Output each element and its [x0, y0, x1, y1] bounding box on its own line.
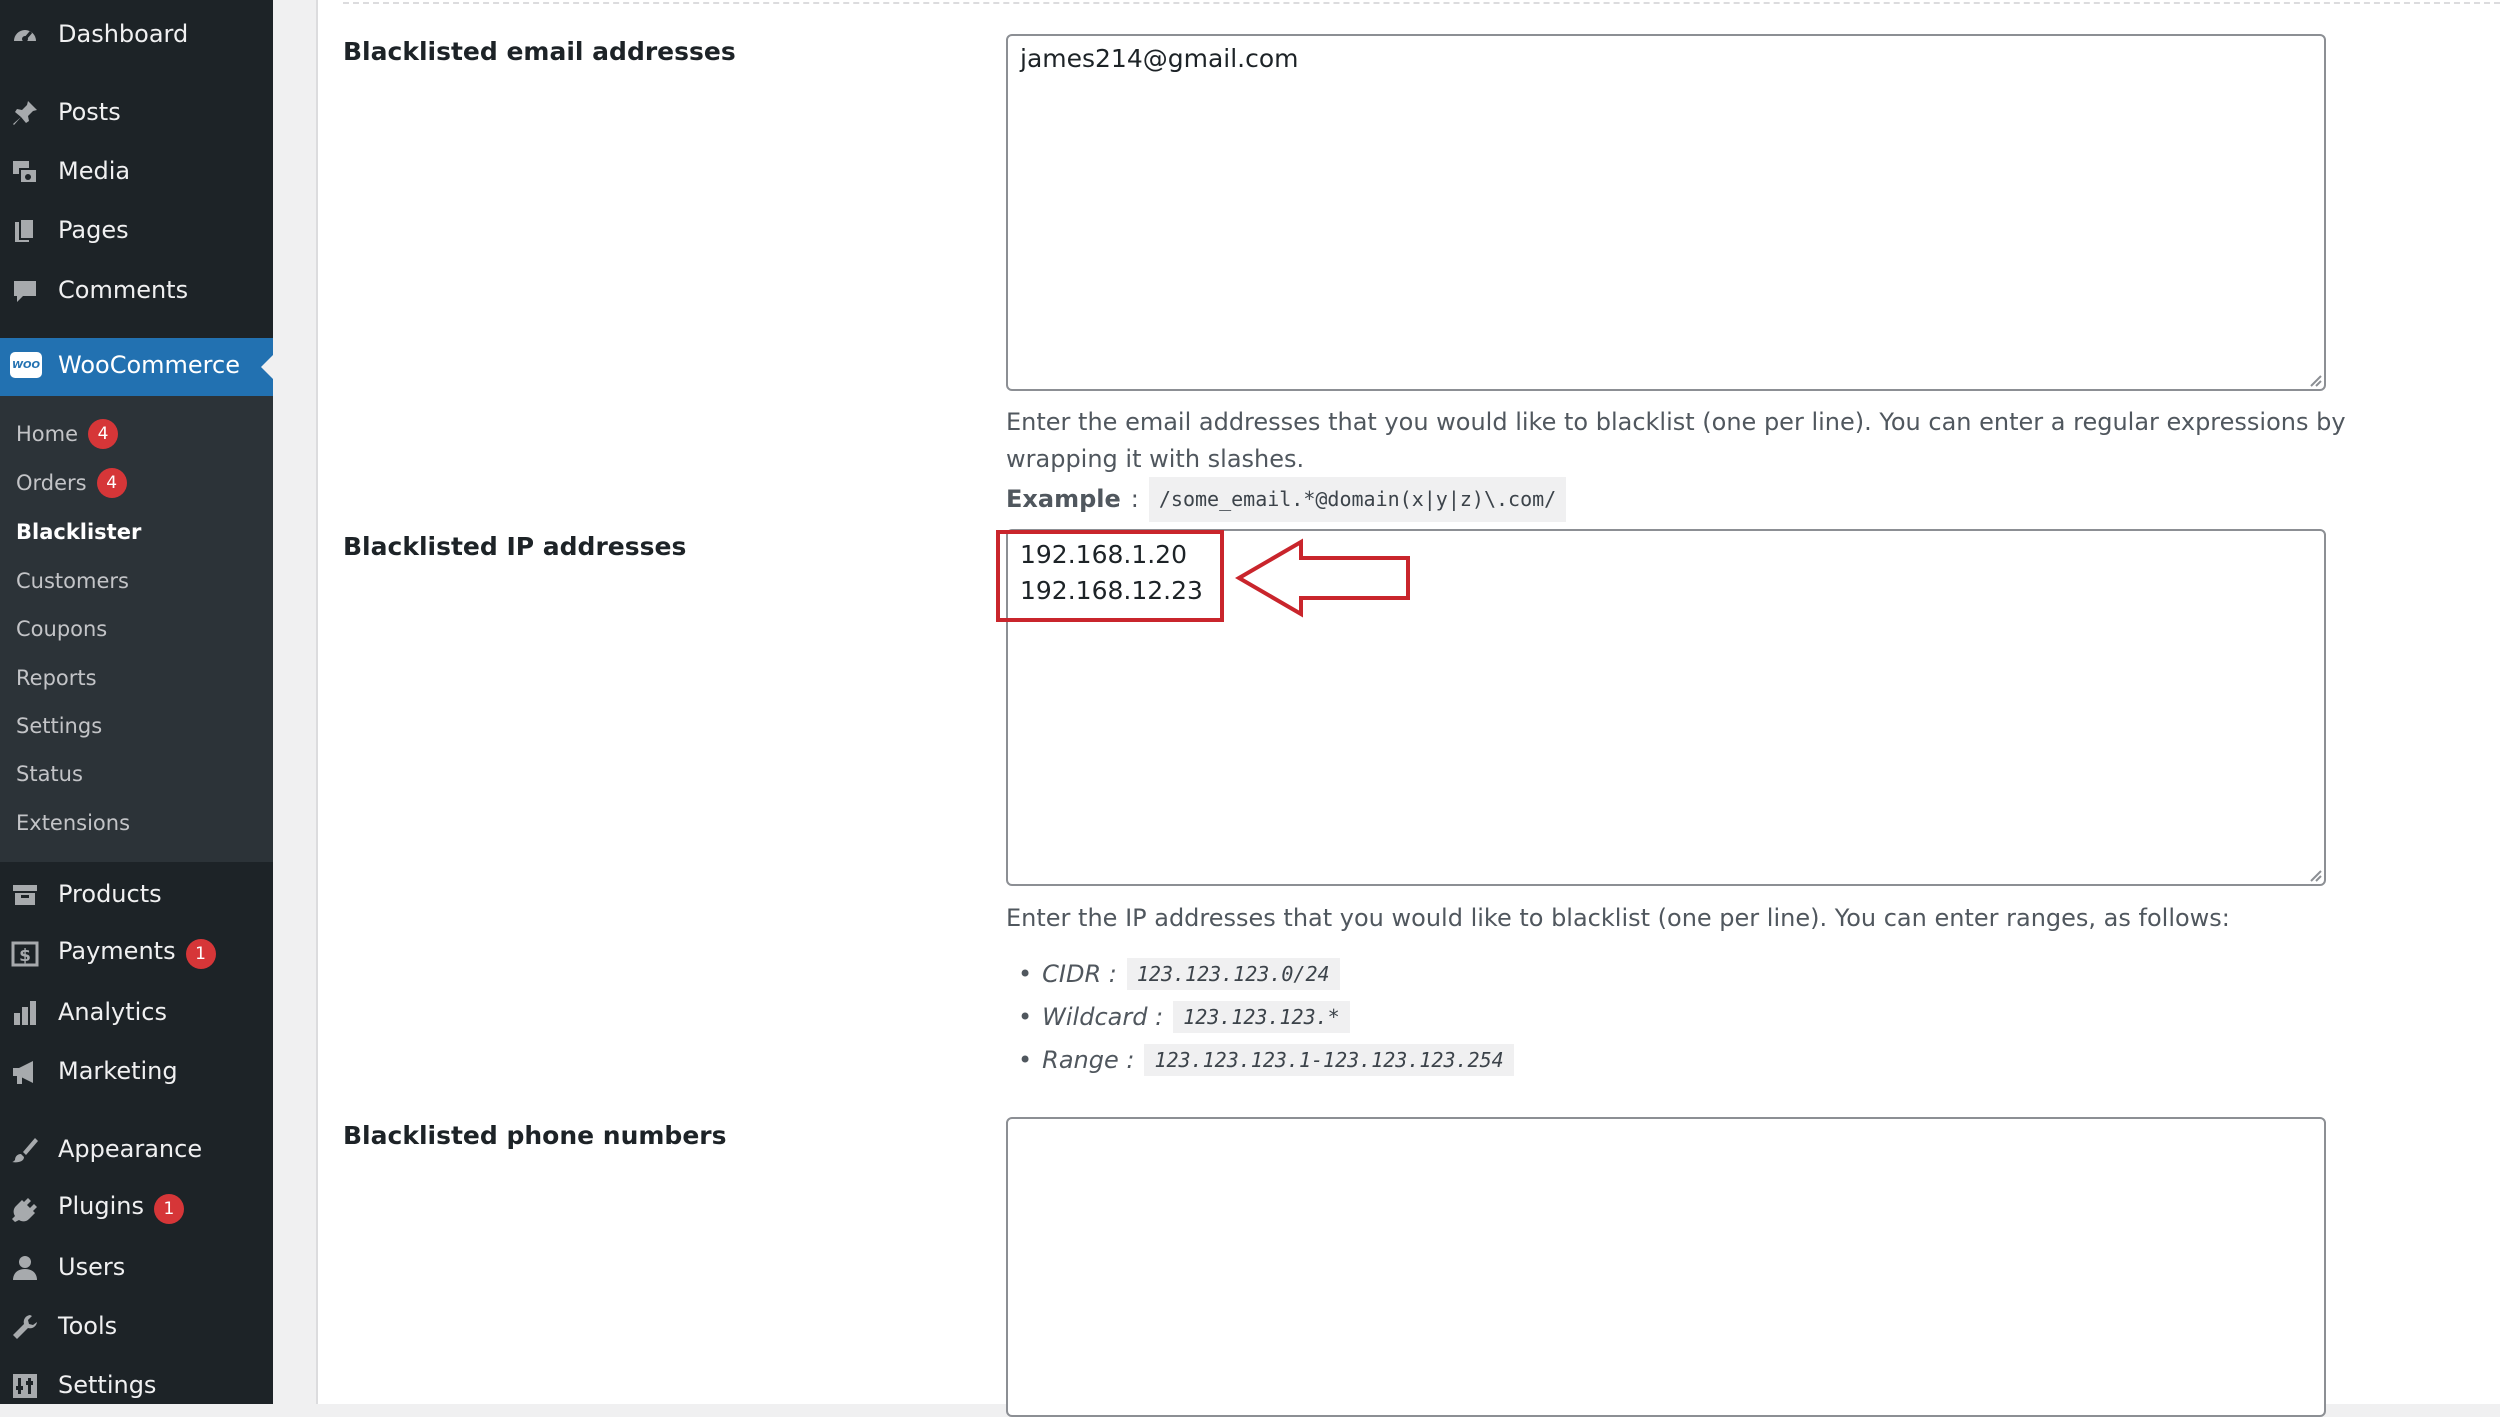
menu-comments[interactable]: Comments — [0, 262, 273, 318]
submenu-status[interactable]: Status — [16, 754, 83, 794]
menu-analytics[interactable]: Analytics — [0, 984, 273, 1040]
brush-icon — [10, 1135, 40, 1165]
woo-icon: WOO — [10, 352, 42, 378]
textarea-value: james214@gmail.com — [1020, 44, 1299, 73]
example-code: /some_email.*@domain(x|y|z)\.com/ — [1148, 477, 1567, 522]
submenu-extensions[interactable]: Extensions — [16, 803, 130, 843]
settings-icon — [10, 1371, 40, 1401]
user-icon — [10, 1253, 40, 1283]
content-gutter — [273, 0, 318, 1404]
submenu-home[interactable]: Home 4 — [16, 414, 119, 454]
media-icon — [10, 157, 40, 187]
range-code: 123.123.123.* — [1173, 1001, 1350, 1033]
menu-label: Payments 1 — [58, 937, 216, 969]
menu-label: WooCommerce — [58, 351, 240, 379]
menu-payments[interactable]: $ Payments 1 — [0, 925, 273, 981]
main-content: Blacklisted email addresses james214@gma… — [273, 0, 2500, 1417]
phone-section-label: Blacklisted phone numbers — [343, 1121, 727, 1150]
archive-icon — [10, 880, 40, 910]
dashboard-icon — [10, 20, 40, 50]
menu-users[interactable]: Users — [0, 1239, 273, 1295]
submenu-settings[interactable]: Settings — [16, 706, 102, 746]
menu-pages[interactable]: Pages — [0, 202, 273, 258]
wrench-icon — [10, 1312, 40, 1342]
menu-label: Media — [58, 157, 131, 185]
pages-icon — [10, 216, 40, 246]
count-badge: 4 — [88, 419, 119, 449]
menu-media[interactable]: Media — [0, 143, 273, 199]
email-example: Example : /some_email.*@domain(x|y|z)\.c… — [1006, 477, 2376, 522]
phone-blacklist-textarea[interactable] — [1006, 1117, 2326, 1417]
menu-label: Products — [58, 880, 162, 908]
range-item-cidr: • CIDR : 123.123.123.0/24 — [1018, 958, 1340, 990]
menu-label: Marketing — [58, 1057, 178, 1085]
submenu-customers[interactable]: Customers — [16, 561, 129, 601]
range-item-range: • Range : 123.123.123.1-123.123.123.254 — [1018, 1044, 1514, 1076]
menu-label: Appearance — [58, 1135, 203, 1163]
plug-icon — [10, 1194, 40, 1224]
comment-icon — [10, 276, 40, 306]
ip-section-label: Blacklisted IP addresses — [343, 532, 687, 561]
pin-icon — [10, 98, 40, 128]
menu-label: Dashboard — [58, 20, 189, 48]
email-section-label: Blacklisted email addresses — [343, 37, 736, 66]
arrow-left-icon — [1235, 538, 1410, 618]
menu-woocommerce[interactable]: WOO WooCommerce — [0, 338, 273, 396]
menu-posts[interactable]: Posts — [0, 84, 273, 140]
highlight-box — [996, 530, 1224, 622]
menu-products[interactable]: Products — [0, 866, 273, 922]
menu-label: Analytics — [58, 998, 167, 1026]
megaphone-icon — [10, 1057, 40, 1087]
menu-marketing[interactable]: Marketing — [0, 1043, 273, 1099]
count-badge: 1 — [185, 939, 216, 969]
bar-chart-icon — [10, 998, 40, 1028]
range-code: 123.123.123.0/24 — [1126, 958, 1340, 990]
range-item-wildcard: • Wildcard : 123.123.123.* — [1018, 1001, 1350, 1033]
resize-handle-icon[interactable] — [2308, 373, 2322, 387]
menu-label: Settings — [58, 1371, 157, 1399]
submenu-blacklister[interactable]: Blacklister — [16, 512, 141, 552]
submenu-coupons[interactable]: Coupons — [16, 609, 107, 649]
menu-settings[interactable]: Settings — [0, 1357, 273, 1413]
submenu-reports[interactable]: Reports — [16, 658, 97, 698]
menu-label: Users — [58, 1253, 126, 1281]
menu-label: Comments — [58, 276, 189, 304]
count-badge: 4 — [96, 468, 127, 498]
section-divider — [343, 2, 2500, 4]
menu-appearance[interactable]: Appearance — [0, 1121, 273, 1177]
email-blacklist-textarea[interactable]: james214@gmail.com — [1006, 34, 2326, 391]
menu-tools[interactable]: Tools — [0, 1298, 273, 1354]
current-indicator — [261, 355, 273, 379]
menu-dashboard[interactable]: Dashboard — [0, 6, 273, 62]
menu-plugins[interactable]: Plugins 1 — [0, 1180, 273, 1236]
email-description: Enter the email addresses that you would… — [1006, 408, 2346, 473]
woocommerce-submenu: Home 4 Orders 4 Blacklister Customers Co… — [0, 396, 273, 862]
menu-label: Plugins 1 — [58, 1192, 184, 1224]
svg-text:$: $ — [19, 946, 31, 966]
admin-sidebar: Dashboard Posts Media Pages Comments WOO… — [0, 0, 273, 1404]
submenu-orders[interactable]: Orders 4 — [16, 463, 127, 503]
menu-label: Tools — [58, 1312, 118, 1340]
menu-label: Pages — [58, 216, 129, 244]
menu-label: Posts — [58, 98, 121, 126]
range-code: 123.123.123.1-123.123.123.254 — [1144, 1044, 1514, 1076]
count-badge: 1 — [153, 1194, 184, 1224]
resize-handle-icon[interactable] — [2308, 868, 2322, 882]
ip-description: Enter the IP addresses that you would li… — [1006, 904, 2230, 932]
dollar-icon: $ — [10, 939, 40, 969]
